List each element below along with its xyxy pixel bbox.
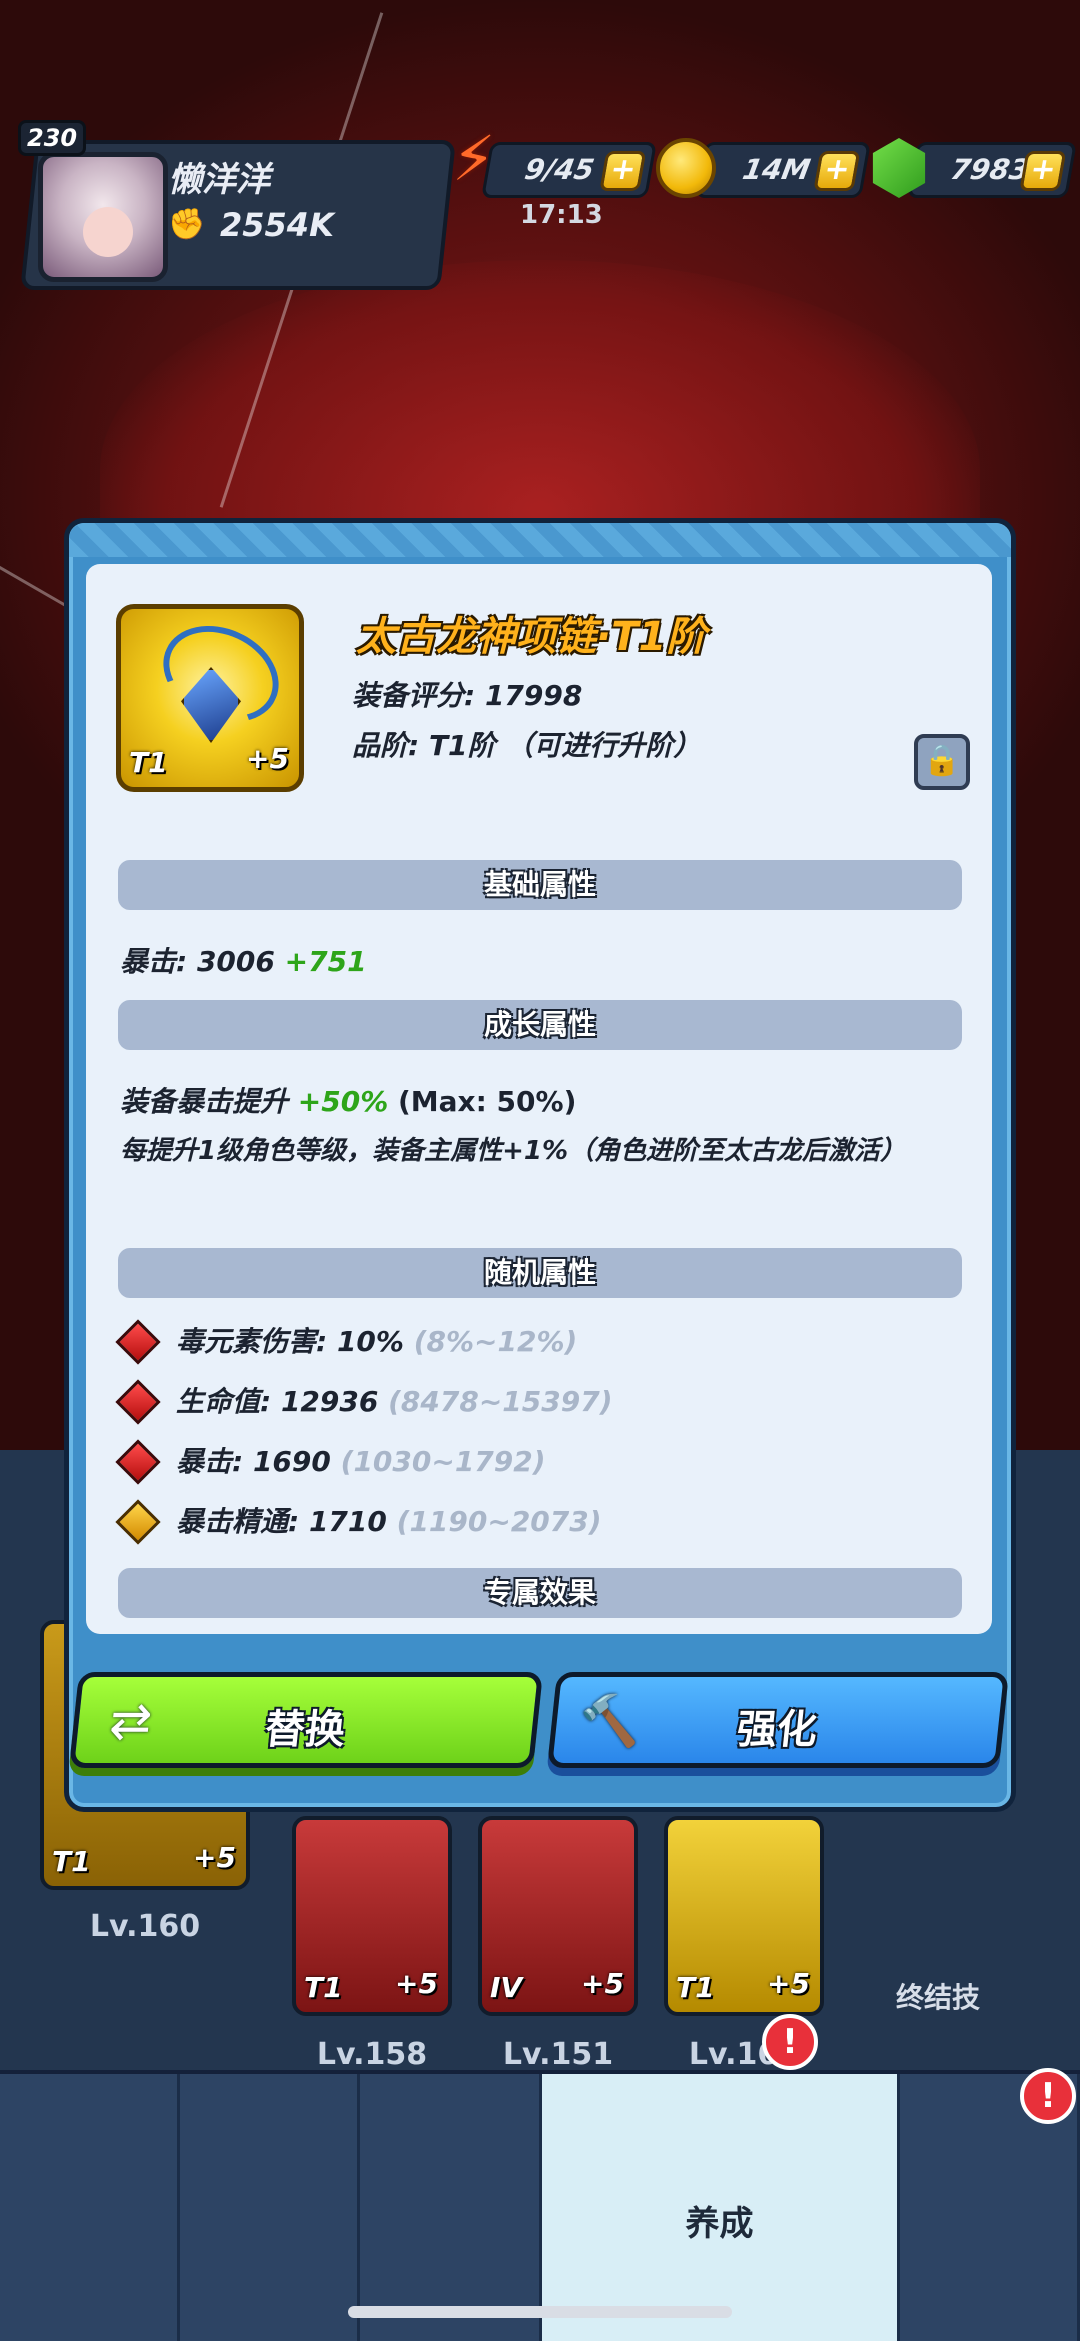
coin-icon xyxy=(656,138,716,198)
slot-level: Lv.158 xyxy=(316,2037,428,2072)
slot-tier: T1 xyxy=(676,1971,715,2004)
slot-level: Lv.160 xyxy=(89,1909,201,1944)
random-attr-value: 毒元素伤害: 10% xyxy=(176,1325,404,1358)
red-diamond-icon xyxy=(115,1319,161,1365)
ultimate-skill-label[interactable]: 终结技 xyxy=(896,1976,980,2016)
gem-value: 7983 xyxy=(948,153,1032,186)
coin-counter: 14M + xyxy=(695,142,871,198)
slot-plus: +5 xyxy=(193,1841,236,1874)
bottom-tab-bar: 养成 ! ! xyxy=(0,2014,1080,2341)
tab-hero[interactable] xyxy=(0,2074,180,2341)
random-attr-value: 暴击精通: 1710 xyxy=(176,1505,387,1538)
combat-power: 2554K xyxy=(220,206,334,244)
tab-cultivate-label: 养成 xyxy=(685,2204,754,2244)
enhance-button-label: 强化 xyxy=(734,1707,820,1753)
lightning-icon: ⚡ xyxy=(452,122,496,195)
add-gems-button[interactable]: + xyxy=(1019,151,1067,191)
slot-plus: +5 xyxy=(581,1967,624,2000)
base-stat: 暴击: 3006 +751 xyxy=(120,940,367,980)
top-hud: 230 懒洋洋 ✊ 2554K 9/45 + ⚡ 17:13 14M + 798… xyxy=(0,120,1080,290)
energy-value: 9/45 xyxy=(522,153,597,186)
item-grade: 品阶: T1阶 （可进行升阶） xyxy=(352,729,702,762)
gear-slot[interactable]: IV +5 Lv.151 xyxy=(478,1816,638,2072)
random-attr-value: 暴击: 1690 xyxy=(176,1445,331,1478)
player-level-badge: 230 xyxy=(18,120,87,156)
slot-tier: IV xyxy=(490,1971,523,2004)
item-name: 太古龙神项链·T1阶 xyxy=(356,614,707,660)
shop-alert-badge: ! xyxy=(1020,2068,1076,2124)
random-attr-text: 生命值: 12936 (8478~15397) xyxy=(176,1380,613,1420)
gear-slot[interactable]: T1 +5 Lv.158 xyxy=(292,1816,452,2072)
energy-timer: 17:13 xyxy=(520,200,603,230)
item-score: 装备评分: 17998 xyxy=(352,679,583,712)
player-name: 懒洋洋 xyxy=(168,160,270,200)
add-energy-button[interactable]: + xyxy=(599,151,647,191)
random-attr-range: (1030~1792) xyxy=(340,1445,546,1478)
tab-quest[interactable] xyxy=(180,2074,360,2341)
growth-stat-crit: 装备暴击提升 +50% (Max: 50%) xyxy=(120,1080,576,1120)
item-detail-body[interactable]: T1 +5 太古龙神项链·T1阶 装备评分: 17998 品阶: T1阶 （可进… xyxy=(86,564,992,1634)
slot-plus: +5 xyxy=(395,1967,438,2000)
growth-stat-description: 每提升1级角色等级，装备主属性+1%（角色进阶至太古龙后激活） xyxy=(120,1136,907,1166)
random-attr-value: 生命值: 12936 xyxy=(176,1385,379,1418)
growth-stat-max: (Max: 50%) xyxy=(398,1085,577,1118)
gold-diamond-icon xyxy=(115,1499,161,1545)
item-enhance-badge: +5 xyxy=(246,742,289,775)
lock-button[interactable]: 🔒 xyxy=(914,734,970,790)
add-coins-button[interactable]: + xyxy=(813,151,861,191)
tab-map[interactable] xyxy=(360,2074,542,2341)
section-random-attributes: 随机属性 xyxy=(118,1248,962,1298)
fist-icon: ✊ xyxy=(168,207,206,242)
lock-icon: 🔒 xyxy=(923,743,961,778)
coin-value: 14M xyxy=(740,153,813,186)
section-base-attributes: 基础属性 xyxy=(118,860,962,910)
random-attr-text: 毒元素伤害: 10% (8%~12%) xyxy=(176,1320,577,1360)
random-attr-text: 暴击精通: 1710 (1190~2073) xyxy=(176,1500,602,1540)
necklace-icon: T1 +5 xyxy=(116,604,304,792)
enhance-button[interactable]: 🔨 强化 xyxy=(546,1672,1010,1768)
gear-slot[interactable]: T1 +5 Lv.160 xyxy=(664,1816,824,2072)
tab-cultivate[interactable]: 养成 xyxy=(542,2074,900,2341)
home-indicator[interactable] xyxy=(348,2306,732,2318)
growth-stat-value: +50% xyxy=(297,1085,389,1118)
random-attr-range: (8478~15397) xyxy=(388,1385,613,1418)
replace-button-label: 替换 xyxy=(262,1707,348,1753)
random-attr-text: 暴击: 1690 (1030~1792) xyxy=(176,1440,546,1480)
section-exclusive-effect: 专属效果 xyxy=(118,1568,962,1618)
red-diamond-icon xyxy=(115,1379,161,1425)
random-attr-range: (1190~2073) xyxy=(396,1505,602,1538)
replace-button[interactable]: ⇄ 替换 xyxy=(68,1672,544,1768)
growth-stat-label: 装备暴击提升 xyxy=(120,1085,289,1118)
base-stat-bonus: +751 xyxy=(284,945,367,978)
slot-tier: T1 xyxy=(52,1845,91,1878)
item-tier-badge: T1 xyxy=(129,746,168,779)
cultivate-alert-badge: ! xyxy=(762,2014,818,2070)
gem-counter: 7983 + xyxy=(907,142,1077,198)
base-stat-label: 暴击: 3006 xyxy=(120,945,275,978)
slot-tier: T1 xyxy=(304,1971,343,2004)
slot-level: Lv.151 xyxy=(502,2037,614,2072)
slot-plus: +5 xyxy=(767,1967,810,2000)
section-growth-attributes: 成长属性 xyxy=(118,1000,962,1050)
avatar[interactable] xyxy=(38,152,168,282)
red-diamond-icon xyxy=(115,1439,161,1485)
random-attr-range: (8%~12%) xyxy=(413,1325,578,1358)
